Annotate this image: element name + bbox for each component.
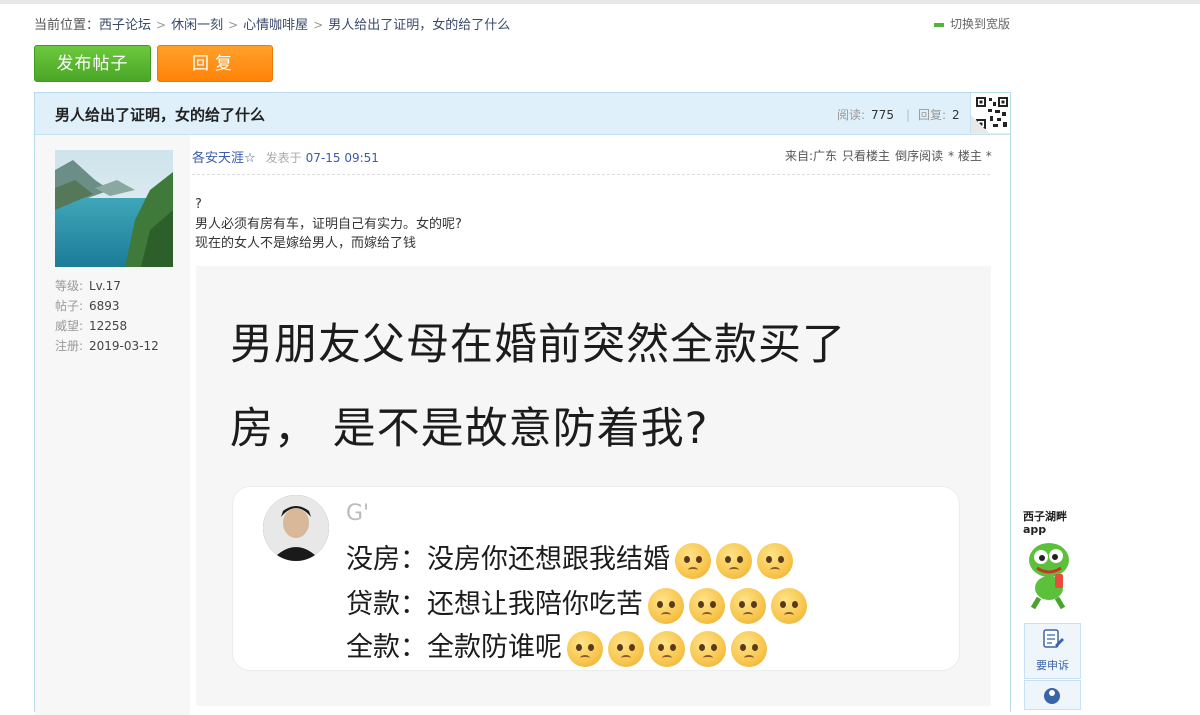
profile-row-prestige: 威望: 12258	[55, 316, 159, 336]
profile-key: 等级:	[55, 279, 84, 293]
comment-line-2: 贷款：还想让我陪你吃苦	[346, 582, 807, 624]
side-button-more[interactable]	[1024, 680, 1081, 710]
profile-key: 注册:	[55, 339, 84, 353]
worried-face-icon	[771, 587, 807, 624]
profile-value: 12258	[89, 319, 128, 333]
worried-face-icon	[648, 587, 684, 624]
app-promo-label[interactable]: app	[1023, 523, 1081, 536]
post-line: 男人必须有房有车，证明自己有实力。女的呢?	[195, 216, 462, 232]
post-divider	[192, 174, 990, 175]
user-circle-icon	[1044, 688, 1060, 704]
profile-key: 帖子:	[55, 299, 84, 313]
profile-value: 6893	[89, 299, 120, 313]
posted-label: 发表于	[265, 151, 302, 165]
worried-face-icon	[757, 542, 793, 579]
profile-value: Lv.17	[89, 279, 121, 293]
breadcrumb-separator: >	[313, 18, 324, 32]
wide-view-label: 切换到宽版	[950, 17, 1011, 31]
post-image: 男朋友父母在婚前突然全款买了 房， 是不是故意防着我? G' 没房：没房你还想跟…	[196, 266, 991, 706]
posted-time: 07-15 09:51	[305, 151, 379, 165]
post-origin: 来自:广东	[785, 149, 838, 163]
reads-label: 阅读:	[837, 108, 866, 122]
worried-face-icon	[690, 630, 726, 667]
profile-row-level: 等级: Lv.17	[55, 276, 159, 296]
commenter-name: G'	[346, 501, 370, 526]
complaint-label: 要申诉	[1036, 659, 1069, 672]
profile-key: 威望:	[55, 319, 84, 333]
toggle-icon	[934, 22, 944, 27]
profile-value: 2019-03-12	[89, 339, 159, 353]
reverse-order-link[interactable]: 倒序阅读	[895, 149, 943, 163]
breadcrumb-prefix: 当前位置：	[34, 18, 100, 33]
author-name-link[interactable]: 各安天涯☆	[192, 151, 256, 166]
reads-count: 775	[871, 108, 894, 122]
breadcrumb-current[interactable]: 男人给出了证明，女的给了什么	[328, 18, 510, 33]
post-text: ? 男人必须有房有车，证明自己有实力。女的呢? 现在的女人不是嫁给男人，而嫁给了…	[195, 195, 462, 254]
breadcrumb: 当前位置：西子论坛 > 休闲一刻 > 心情咖啡屋 > 男人给出了证明，女的给了什么	[34, 14, 510, 33]
author-profile: 等级: Lv.17 帖子: 6893 威望: 12258 注册: 2019-03-12	[55, 276, 159, 356]
floor-label: * 楼主 *	[948, 149, 992, 163]
breadcrumb-section[interactable]: 休闲一刻	[171, 18, 223, 33]
comment-line-3: 全款：全款防谁呢	[346, 625, 767, 667]
thread-title: 男人给出了证明，女的给了什么	[55, 106, 266, 124]
side-float-panel: 西子湖畔 app 要申诉	[1023, 510, 1081, 710]
app-promo-name[interactable]: 西子湖畔	[1023, 510, 1081, 523]
worried-face-icon	[731, 630, 767, 667]
breadcrumb-forum[interactable]: 西子论坛	[99, 18, 151, 33]
post-meta: 各安天涯☆ 发表于 07-15 09:51	[192, 147, 379, 166]
thread-stats: 阅读: 775 | 回复: 2	[837, 108, 960, 122]
replies-label: 回复:	[918, 108, 947, 122]
thread-header: 男人给出了证明，女的给了什么 阅读: 775 | 回复: 2	[35, 93, 1010, 135]
worried-face-icon	[649, 630, 685, 667]
comment-text: 全款：全款防谁呢	[346, 632, 562, 663]
comment-text: 没房：没房你还想跟我结婚	[346, 544, 670, 575]
comment-text: 贷款：还想让我陪你吃苦	[346, 589, 643, 620]
worried-face-icon	[689, 587, 725, 624]
page-fold-icon	[971, 115, 989, 133]
post-tools: 来自:广东 只看楼主 倒序阅读 * 楼主 *	[785, 147, 997, 164]
only-op-link[interactable]: 只看楼主	[842, 149, 890, 163]
document-edit-icon	[1043, 629, 1064, 648]
comment-card: G' 没房：没房你还想跟我结婚 贷款：还想让我陪你吃苦 全款：全款防谁呢	[232, 486, 960, 671]
worried-face-icon	[567, 630, 603, 667]
worried-face-icon	[675, 542, 711, 579]
comment-line-1: 没房：没房你还想跟我结婚	[346, 537, 793, 579]
worried-face-icon	[730, 587, 766, 624]
post-line: ?	[195, 197, 202, 212]
top-border	[0, 0, 1200, 4]
profile-row-registered: 注册: 2019-03-12	[55, 336, 159, 356]
mascot-icon[interactable]	[1025, 540, 1077, 614]
wide-view-toggle[interactable]: 切换到宽版	[934, 15, 1010, 32]
reply-button[interactable]: 回复	[157, 45, 273, 82]
breadcrumb-separator: >	[228, 18, 239, 32]
qr-code-icon[interactable]	[970, 93, 1010, 133]
post-line: 现在的女人不是嫁给男人，而嫁给了钱	[195, 236, 417, 251]
replies-count: 2	[952, 108, 960, 122]
new-post-button[interactable]: 发布帖子	[34, 45, 151, 82]
thread-panel: 男人给出了证明，女的给了什么 阅读: 775 | 回复: 2 等级: Lv.17…	[34, 92, 1011, 715]
avatar[interactable]	[55, 150, 173, 267]
commenter-avatar	[263, 495, 329, 561]
worried-face-icon	[716, 542, 752, 579]
image-headline-2: 房， 是不是故意防着我?	[230, 404, 709, 454]
complaint-button[interactable]: 要申诉	[1024, 623, 1081, 679]
breadcrumb-separator: >	[156, 18, 167, 32]
image-headline-1: 男朋友父母在婚前突然全款买了	[230, 320, 846, 370]
profile-row-posts: 帖子: 6893	[55, 296, 159, 316]
worried-face-icon	[608, 630, 644, 667]
breadcrumb-board[interactable]: 心情咖啡屋	[243, 18, 308, 33]
